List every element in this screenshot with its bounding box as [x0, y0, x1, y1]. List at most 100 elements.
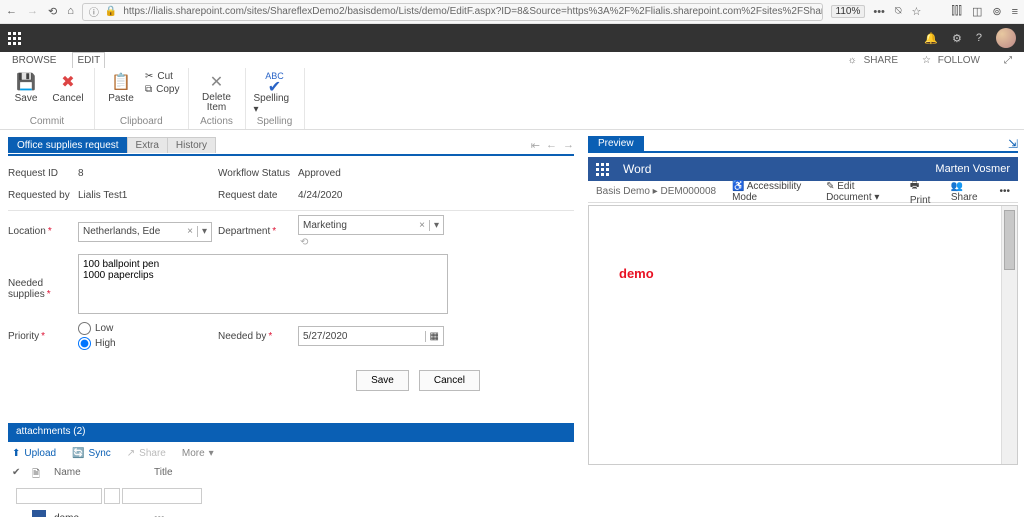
chevron-down-icon[interactable]: ▾ — [197, 226, 207, 237]
department-refresh-icon[interactable]: ⟲ — [298, 235, 458, 248]
department-clear-icon[interactable]: × — [415, 220, 429, 231]
lbl-wf-status: Workflow Status — [218, 168, 298, 179]
calendar-icon[interactable]: ▦ — [425, 331, 443, 342]
form-nav-prev-icon[interactable]: ← — [546, 139, 557, 151]
lbl-location: Location* — [8, 226, 78, 237]
browser-chrome: ← → ⟲ ⌂ ⓘ 🔒 https://lialis.sharepoint.co… — [0, 0, 1024, 24]
ribbon-spelling[interactable]: ABC ✔ Spelling ▾ — [254, 71, 296, 115]
bookmark-icon[interactable]: ☆ — [912, 5, 922, 18]
ribbon-group-spelling: Spelling — [257, 116, 293, 129]
priority-low[interactable]: Low — [78, 322, 218, 335]
lbl-priority: Priority* — [8, 331, 78, 342]
department-select[interactable]: Marketing × ▾ — [298, 215, 444, 235]
form-nav-first-icon[interactable]: ⇤ — [531, 139, 540, 152]
tab-history[interactable]: History — [167, 137, 216, 153]
menu-icon[interactable]: ≡ — [1012, 6, 1018, 18]
val-requested-by: Lialis Test1 — [78, 190, 218, 201]
col-type-icon: 🗎 — [32, 467, 54, 484]
form-nav-next-icon[interactable]: → — [563, 139, 574, 151]
filter-name[interactable] — [16, 488, 102, 504]
attachment-row[interactable]: demo ••• — [12, 506, 570, 517]
neededby-date[interactable]: 5/27/2020 ▦ — [298, 326, 444, 346]
reload-icon[interactable]: ⟲ — [48, 5, 57, 18]
attach-sync[interactable]: 🔄 Sync — [72, 448, 111, 459]
val-request-id: 8 — [78, 168, 218, 179]
chevron-down-icon[interactable]: ▾ — [429, 220, 439, 231]
attach-share[interactable]: ↗ Share — [127, 448, 166, 459]
word-toolbar: Basis Demo ▸ DEM000008 ♿ Accessibility M… — [588, 181, 1018, 203]
more-icon[interactable]: ••• — [999, 186, 1010, 197]
back-icon[interactable]: ← — [6, 5, 17, 18]
attachments-header: attachments (2) — [8, 423, 574, 440]
tab-edit[interactable]: EDIT — [72, 52, 105, 68]
notification-icon[interactable]: 🔔 — [924, 32, 938, 45]
resize-icon[interactable]: ⇲ — [1008, 137, 1018, 151]
col-title[interactable]: Title — [154, 467, 274, 484]
priority-high[interactable]: High — [78, 337, 218, 350]
location-clear-icon[interactable]: × — [183, 226, 197, 237]
share-page[interactable]: ☼ SHARE — [844, 53, 906, 68]
attach-more[interactable]: More ▾ — [182, 448, 214, 459]
val-request-date: 4/24/2020 — [298, 190, 458, 201]
filter-name-op[interactable] — [104, 488, 120, 504]
app-launcher-icon[interactable] — [8, 32, 21, 45]
help-icon[interactable]: ? — [976, 32, 982, 44]
cut-icon: ✂ — [145, 71, 153, 82]
url-bar[interactable]: ⓘ 🔒 https://lialis.sharepoint.com/sites/… — [82, 3, 823, 21]
word-document: demo — [588, 205, 1018, 465]
url-text: https://lialis.sharepoint.com/sites/Shar… — [123, 6, 822, 17]
attach-upload[interactable]: ⬆ Upload — [12, 448, 56, 459]
row-menu-icon[interactable]: ••• — [154, 513, 274, 517]
ribbon-save[interactable]: 💾Save — [8, 71, 44, 104]
share-button[interactable]: 👥 Share — [951, 181, 986, 203]
lbl-supplies: Needed supplies* — [8, 254, 78, 300]
fullscreen-icon[interactable]: ⤢ — [1000, 53, 1016, 68]
scrollbar-thumb[interactable] — [1004, 210, 1015, 270]
accessibility-mode[interactable]: ♿ Accessibility Mode — [732, 181, 812, 203]
copy-icon: ⧉ — [145, 84, 152, 95]
supplies-textarea[interactable] — [78, 254, 448, 314]
scrollbar[interactable] — [1001, 206, 1017, 464]
ribbon-cut[interactable]: ✂Cut — [145, 71, 180, 82]
tab-office-supplies[interactable]: Office supplies request — [8, 137, 128, 153]
filter-title[interactable] — [122, 488, 202, 504]
delete-icon: ✕ — [206, 71, 228, 93]
lock-icon: 🔒 — [105, 6, 117, 17]
breadcrumb[interactable]: Basis Demo ▸ DEM000008 — [596, 186, 716, 197]
lbl-neededby: Needed by* — [218, 331, 298, 342]
edit-document[interactable]: ✎ Edit Document ▾ — [826, 181, 896, 203]
avatar[interactable] — [996, 28, 1016, 48]
settings-icon[interactable]: ⚙ — [952, 32, 962, 45]
cancel-button[interactable]: Cancel — [419, 370, 480, 391]
tab-extra[interactable]: Extra — [127, 137, 168, 153]
account-icon[interactable]: ⊚ — [992, 5, 1001, 18]
ribbon: 💾Save ✖Cancel Commit 📋Paste ✂Cut ⧉Copy C… — [0, 68, 1024, 130]
browser-right: ••• ⍉ ☆ ⫿⫿⫿ ◫ ⊚ ≡ — [873, 5, 1018, 18]
info-icon: ⓘ — [89, 4, 99, 19]
zoom-badge[interactable]: 110% — [831, 5, 866, 18]
follow-page[interactable]: ☆ FOLLOW — [918, 53, 988, 68]
check-icon: ✔ — [264, 81, 286, 93]
preview-tab[interactable]: Preview — [588, 136, 644, 151]
form-pane: Office supplies request Extra History ⇤ … — [0, 130, 582, 517]
ribbon-delete[interactable]: ✕Delete Item — [197, 71, 237, 113]
tab-browse[interactable]: BROWSE — [8, 53, 60, 68]
print-button[interactable]: 🖶 Print — [910, 178, 937, 206]
preview-pane: Preview ⇲ Word Marten Vosmer Basis Demo … — [582, 130, 1024, 517]
ribbon-paste[interactable]: 📋Paste — [103, 71, 139, 104]
library-icon[interactable]: ⫿⫿⫿ — [951, 5, 962, 18]
col-name[interactable]: Name — [54, 467, 154, 484]
ribbon-copy[interactable]: ⧉Copy — [145, 84, 180, 95]
word-user[interactable]: Marten Vosmer — [935, 163, 1010, 175]
more-icon[interactable]: ••• — [873, 6, 885, 18]
sidebar-icon[interactable]: ◫ — [972, 5, 982, 18]
lbl-requested-by: Requested by — [8, 190, 78, 201]
ribbon-cancel[interactable]: ✖Cancel — [50, 71, 86, 104]
forward-icon[interactable]: → — [27, 5, 38, 18]
save-button[interactable]: Save — [356, 370, 409, 391]
location-select[interactable]: Netherlands, Ede × ▾ — [78, 222, 212, 242]
reader-icon[interactable]: ⍉ — [895, 5, 902, 18]
home-icon[interactable]: ⌂ — [67, 5, 74, 18]
word-app-launcher-icon[interactable] — [596, 163, 609, 176]
col-check[interactable]: ✔ — [12, 467, 32, 484]
